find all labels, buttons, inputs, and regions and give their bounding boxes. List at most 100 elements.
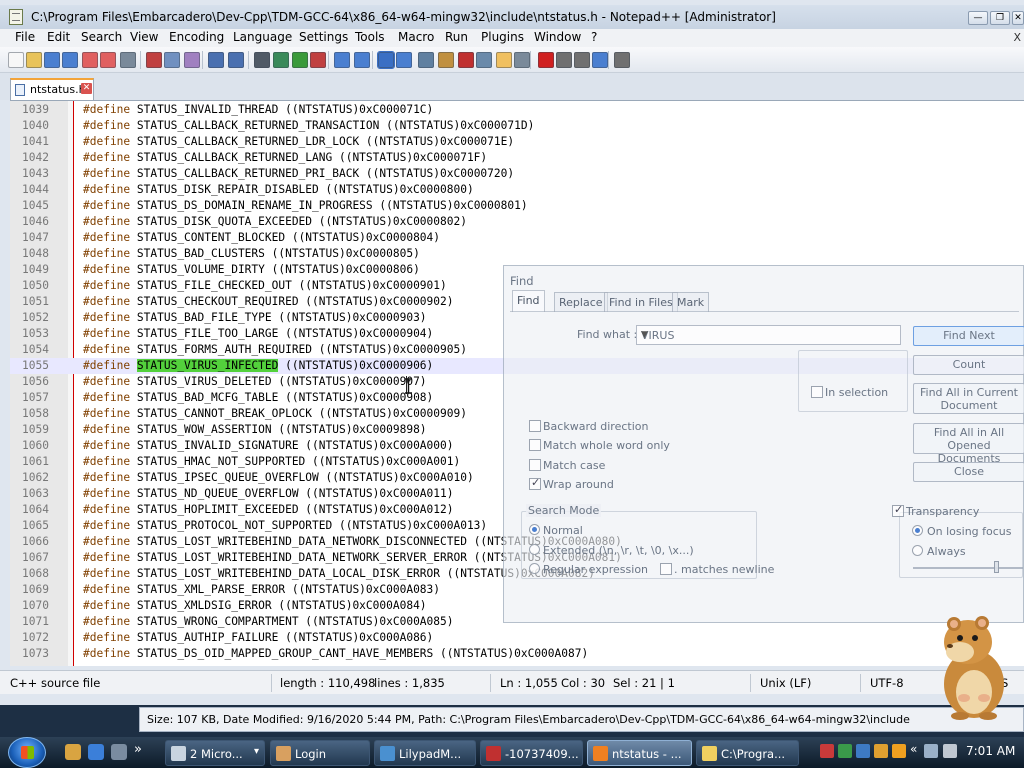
quick-launch-more-icon[interactable]: » bbox=[134, 742, 142, 757]
taskbar-task-button[interactable]: 2 Micro... ▾ bbox=[165, 740, 265, 766]
count-button[interactable]: Count bbox=[913, 355, 1024, 375]
code-line[interactable]: 1046 #define STATUS_DISK_QUOTA_EXCEEDED (… bbox=[10, 214, 1024, 230]
status-encoding[interactable]: UTF-8 bbox=[870, 676, 904, 690]
extended-mode-radio[interactable] bbox=[529, 544, 540, 555]
print-icon[interactable] bbox=[120, 52, 136, 68]
menu-file[interactable]: File bbox=[15, 30, 35, 44]
internet-explorer-icon[interactable] bbox=[88, 744, 104, 760]
record-macro-icon[interactable] bbox=[538, 52, 554, 68]
menu-settings[interactable]: Settings bbox=[299, 30, 348, 44]
transparency-checkbox[interactable] bbox=[892, 503, 904, 517]
close-icon[interactable] bbox=[82, 52, 98, 68]
zoom-in-icon[interactable] bbox=[292, 52, 308, 68]
backward-direction-checkbox[interactable] bbox=[529, 420, 541, 432]
transparency-slider-track[interactable] bbox=[913, 567, 1023, 569]
code-line[interactable]: 1045 #define STATUS_DS_DOMAIN_RENAME_IN_P… bbox=[10, 198, 1024, 214]
match-whole-word-checkbox[interactable] bbox=[529, 439, 541, 451]
tray-app-icon[interactable] bbox=[874, 744, 888, 758]
match-case-checkbox[interactable] bbox=[529, 459, 541, 471]
save-icon[interactable] bbox=[44, 52, 60, 68]
paste-icon[interactable] bbox=[184, 52, 200, 68]
function-list-icon[interactable] bbox=[476, 52, 492, 68]
tab-ntstatus-h[interactable]: ntstatus.h ✕ bbox=[10, 78, 94, 100]
always-radio[interactable] bbox=[912, 545, 923, 556]
taskbar-task-button[interactable]: ntstatus - ... bbox=[587, 740, 692, 766]
code-line[interactable]: 1042 #define STATUS_CALLBACK_RETURNED_LAN… bbox=[10, 150, 1024, 166]
menu-encoding[interactable]: Encoding bbox=[169, 30, 224, 44]
folder-workspace-icon[interactable] bbox=[496, 52, 512, 68]
menu-language[interactable]: Language bbox=[233, 30, 292, 44]
replace-icon[interactable] bbox=[273, 52, 289, 68]
show-desktop-icon[interactable] bbox=[65, 744, 81, 760]
find-icon[interactable] bbox=[254, 52, 270, 68]
transparency-slider-thumb[interactable] bbox=[994, 561, 999, 573]
cut-icon[interactable] bbox=[146, 52, 162, 68]
taskbar-task-button[interactable]: C:\Progra... bbox=[696, 740, 799, 766]
menu-plugins[interactable]: Plugins bbox=[481, 30, 524, 44]
menu-tools[interactable]: Tools bbox=[355, 30, 385, 44]
menu-edit[interactable]: Edit bbox=[47, 30, 70, 44]
title-bar[interactable]: C:\Program Files\Embarcadero\Dev-Cpp\TDM… bbox=[0, 5, 1024, 29]
save-macro-icon[interactable] bbox=[614, 52, 630, 68]
find-what-combobox[interactable]: VIRUS ▼ bbox=[636, 325, 901, 345]
status-eol[interactable]: Unix (LF) bbox=[760, 676, 811, 690]
close-button[interactable]: Close bbox=[913, 462, 1024, 482]
close-document-x[interactable]: X bbox=[1013, 31, 1021, 44]
zoom-out-icon[interactable] bbox=[310, 52, 326, 68]
close-all-icon[interactable] bbox=[100, 52, 116, 68]
tab-find-in-files[interactable]: Find in Files bbox=[604, 292, 678, 312]
close-window-button[interactable]: ✕ bbox=[1012, 11, 1024, 25]
tab-mark[interactable]: Mark bbox=[672, 292, 710, 312]
minimize-button[interactable]: — bbox=[968, 11, 988, 25]
copy-icon[interactable] bbox=[164, 52, 180, 68]
on-losing-focus-radio[interactable] bbox=[912, 525, 923, 536]
tray-expand-icon[interactable]: « bbox=[910, 742, 917, 756]
udl-icon[interactable] bbox=[438, 52, 454, 68]
undo-icon[interactable] bbox=[208, 52, 224, 68]
sync-horizontal-icon[interactable] bbox=[354, 52, 370, 68]
code-line[interactable]: 1072 #define STATUS_AUTHIP_FAILURE ((NTST… bbox=[10, 630, 1024, 646]
save-all-icon[interactable] bbox=[62, 52, 78, 68]
code-line[interactable]: 1040 #define STATUS_CALLBACK_RETURNED_TRA… bbox=[10, 118, 1024, 134]
find-dialog[interactable]: Find Find Replace Find in Files Mark Fin… bbox=[503, 265, 1024, 623]
tray-app-icon[interactable] bbox=[856, 744, 870, 758]
normal-mode-radio[interactable] bbox=[529, 524, 540, 535]
code-line[interactable]: 1047 #define STATUS_CONTENT_BLOCKED ((NTS… bbox=[10, 230, 1024, 246]
code-line[interactable]: 1043 #define STATUS_CALLBACK_RETURNED_PRI… bbox=[10, 166, 1024, 182]
maximize-button[interactable]: ❐ bbox=[990, 11, 1010, 25]
menu-macro[interactable]: Macro bbox=[398, 30, 434, 44]
menu-view[interactable]: View bbox=[130, 30, 158, 44]
menu-search[interactable]: Search bbox=[81, 30, 122, 44]
run-macro-multiple-icon[interactable] bbox=[592, 52, 608, 68]
redo-icon[interactable] bbox=[228, 52, 244, 68]
tab-close-icon[interactable]: ✕ bbox=[81, 83, 92, 94]
tab-replace[interactable]: Replace bbox=[554, 292, 608, 312]
doc-map-icon[interactable] bbox=[458, 52, 474, 68]
menu-help[interactable]: ? bbox=[591, 30, 597, 44]
taskbar-clock[interactable]: 7:01 AM bbox=[966, 744, 1015, 758]
monitoring-icon[interactable] bbox=[514, 52, 530, 68]
find-all-in-opened-documents-button[interactable]: Find All in All Opened Documents bbox=[913, 423, 1024, 465]
switch-windows-icon[interactable] bbox=[111, 744, 127, 760]
open-file-icon[interactable] bbox=[26, 52, 42, 68]
menu-window[interactable]: Window bbox=[534, 30, 581, 44]
menu-run[interactable]: Run bbox=[445, 30, 468, 44]
stop-macro-icon[interactable] bbox=[556, 52, 572, 68]
search-tray-icon[interactable] bbox=[892, 744, 906, 758]
antivirus-tray-icon[interactable] bbox=[820, 744, 834, 758]
sync-vertical-icon[interactable] bbox=[334, 52, 350, 68]
code-line[interactable]: 1073 #define STATUS_DS_OID_MAPPED_GROUP_C… bbox=[10, 646, 1024, 662]
network-tray-icon[interactable] bbox=[924, 744, 938, 758]
tray-app-icon[interactable] bbox=[838, 744, 852, 758]
regex-mode-radio[interactable] bbox=[529, 563, 540, 574]
taskbar-task-button[interactable]: Login bbox=[270, 740, 370, 766]
matches-newline-checkbox[interactable] bbox=[660, 563, 672, 575]
code-line[interactable]: 1039 #define STATUS_INVALID_THREAD ((NTST… bbox=[10, 102, 1024, 118]
taskbar-task-button[interactable]: -10737409... bbox=[480, 740, 583, 766]
wrap-around-checkbox[interactable] bbox=[529, 476, 541, 490]
in-selection-checkbox[interactable] bbox=[811, 386, 823, 398]
indent-guide-icon[interactable] bbox=[418, 52, 434, 68]
code-line[interactable]: 1044 #define STATUS_DISK_REPAIR_DISABLED … bbox=[10, 182, 1024, 198]
taskbar-task-button[interactable]: LilypadM... bbox=[374, 740, 476, 766]
volume-tray-icon[interactable] bbox=[943, 744, 957, 758]
